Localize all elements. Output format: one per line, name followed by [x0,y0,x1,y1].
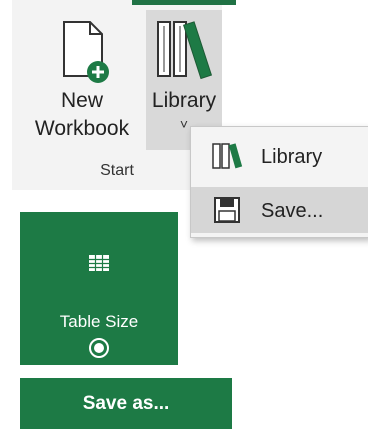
floppy-disk-icon [214,197,240,223]
library-books-icon [212,143,243,169]
table-size-label: Table Size [59,312,139,331]
library-books-icon [157,21,213,80]
menu-item-save[interactable]: Save... [191,187,368,233]
library-dropdown-menu: Library Save... [190,126,368,238]
radio-selected-icon[interactable] [88,337,110,359]
table-icon [89,255,109,271]
new-workbook-label-line2: Workbook [34,117,130,140]
menu-item-library[interactable]: Library [191,133,368,179]
save-as-label: Save as... [82,393,170,414]
library-button-label: Library [151,89,217,112]
new-workbook-button[interactable]: New Workbook [26,10,138,150]
new-workbook-label-line1: New [60,89,103,112]
new-workbook-icon [63,21,109,83]
table-size-tile[interactable]: Table Size [20,212,178,365]
menu-item-label: Save... [261,200,324,222]
ribbon-accent-bar [132,0,236,5]
menu-item-label: Library [261,146,323,168]
save-as-button[interactable]: Save as... [20,378,232,429]
